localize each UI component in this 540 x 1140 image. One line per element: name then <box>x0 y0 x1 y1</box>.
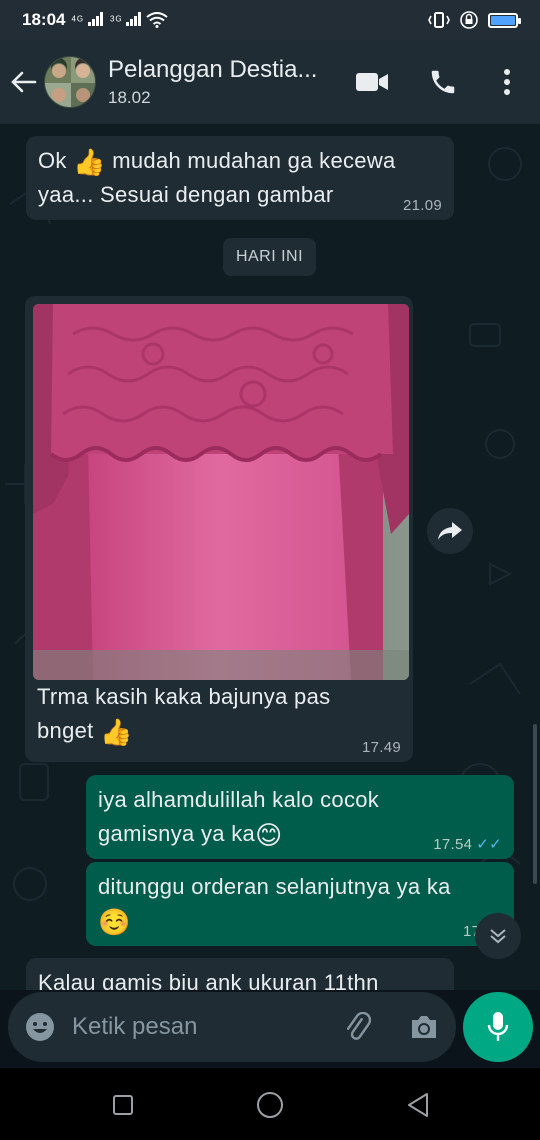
message-timestamp: 17.54 <box>433 836 473 853</box>
message-text: Kalau gamis biu ank ukuran 11thn <box>38 970 379 990</box>
message-text: iya alhamdulillah kalo cocok gamisnya ya… <box>98 783 379 851</box>
camera-icon <box>412 1016 436 1038</box>
avatar-faces-icon <box>51 58 91 102</box>
more-vert-icon <box>504 69 510 95</box>
message-text-part: yaa... Sesuai dengan gambar <box>38 182 334 207</box>
video-call-icon <box>356 73 388 91</box>
chat-header: Pelanggan Destia... 18.02 <box>0 40 540 124</box>
contact-name: Pelanggan Destia... <box>108 56 318 83</box>
battery-icon <box>488 12 521 28</box>
message-composer <box>0 990 540 1068</box>
message-text: ditunggu orderan selanjutnya ya ka ☺️ <box>98 870 451 938</box>
smiling-emoji: 😊 <box>255 820 283 850</box>
emoji-button[interactable] <box>22 1009 58 1045</box>
lock-icon <box>460 11 478 29</box>
signal-3g-label: 3G <box>109 14 123 24</box>
thumbs-up-emoji: 👍 <box>99 717 133 747</box>
message-timestamp: 21.09 <box>402 197 442 214</box>
more-options-button[interactable] <box>487 62 527 102</box>
message-input-box[interactable] <box>8 992 456 1062</box>
whatsapp-chat-screen: 18:04 4G 3G Pelanggan Destia... 18.02 Ok… <box>0 0 540 1140</box>
avatar[interactable] <box>44 56 96 108</box>
contact-info[interactable]: Pelanggan Destia... 18.02 <box>108 56 338 108</box>
battery-level <box>491 15 515 25</box>
last-seen: 18.02 <box>108 88 151 107</box>
message-bubble-incoming[interactable]: Ok 👍 mudah mudahan ga kecewa yaa... Sesu… <box>26 136 454 220</box>
chat-scrollbar[interactable] <box>533 724 537 884</box>
message-text-part: Ok <box>38 148 67 173</box>
image-message-incoming[interactable]: Trma kasih kaka bajunya pas bnget 👍 17.4… <box>25 296 413 762</box>
message-text-part: gamisnya ya ka <box>98 821 256 846</box>
caption-text: bnget <box>37 718 94 743</box>
status-time: 18:04 <box>22 10 66 29</box>
image-caption: Trma kasih kaka bajunya pas bnget 👍 <box>37 680 330 748</box>
caption-text: Trma kasih kaka bajunya pas <box>37 684 331 709</box>
signal-bars-2-icon <box>126 11 142 26</box>
message-bubble-outgoing[interactable]: ditunggu orderan selanjutnya ya ka ☺️ 17… <box>86 862 514 946</box>
back-button[interactable] <box>4 62 44 102</box>
phone-icon <box>431 70 455 94</box>
scroll-to-bottom-button[interactable] <box>475 913 521 959</box>
status-right-icons <box>428 11 521 29</box>
blushing-emoji: ☺️ <box>98 907 131 937</box>
camera-button[interactable] <box>406 1009 442 1045</box>
message-bubble-incoming[interactable]: Kalau gamis biu ank ukuran 11thn <box>26 958 454 990</box>
back-arrow-icon <box>11 71 37 93</box>
video-call-button[interactable] <box>352 62 392 102</box>
vibrate-icon <box>428 12 450 28</box>
forward-icon <box>438 522 462 540</box>
home-button[interactable] <box>255 1090 285 1120</box>
signal-4g-icon: 4G <box>71 11 103 29</box>
recents-square-icon <box>113 1095 133 1115</box>
status-bar: 18:04 4G 3G <box>0 0 540 40</box>
mic-icon <box>487 1012 509 1041</box>
back-nav-button[interactable] <box>403 1090 433 1120</box>
recents-button[interactable] <box>108 1090 138 1120</box>
message-photo[interactable] <box>33 304 409 680</box>
message-bubble-outgoing[interactable]: iya alhamdulillah kalo cocok gamisnya ya… <box>86 775 514 859</box>
message-timestamp: 17.49 <box>361 739 401 756</box>
back-triangle-icon <box>408 1093 428 1117</box>
wifi-icon <box>146 12 169 28</box>
android-navigation-bar <box>0 1068 540 1140</box>
double-check-read-icon: ✓✓ <box>476 836 502 853</box>
message-timestamp-with-status: 17.54 ✓✓ <box>433 837 502 853</box>
message-input[interactable] <box>72 1012 322 1042</box>
message-text-part: ditunggu orderan selanjutnya ya ka <box>98 874 451 899</box>
voice-call-button[interactable] <box>423 62 463 102</box>
voice-message-button[interactable] <box>463 992 533 1062</box>
message-text-part: mudah mudahan ga kecewa <box>112 148 396 173</box>
home-circle-icon <box>257 1092 283 1118</box>
attach-button[interactable] <box>340 1009 376 1045</box>
attach-icon <box>346 1012 372 1040</box>
chat-messages-area[interactable]: Ok 👍 mudah mudahan ga kecewa yaa... Sesu… <box>0 124 540 990</box>
signal-3g-icon: 3G <box>109 11 142 29</box>
signal-bars-icon <box>87 11 103 26</box>
emoji-icon <box>26 1013 54 1041</box>
pink-dress-photo <box>33 304 409 680</box>
date-divider: HARI INI <box>223 238 316 276</box>
thumbs-up-emoji: 👍 <box>73 147 106 177</box>
message-text: Ok 👍 mudah mudahan ga kecewa yaa... Sesu… <box>38 144 396 212</box>
double-chevron-down-icon <box>490 929 506 944</box>
forward-button[interactable] <box>427 508 473 554</box>
signal-4g-label: 4G <box>71 14 85 24</box>
message-text-part: iya alhamdulillah kalo cocok <box>98 787 380 812</box>
